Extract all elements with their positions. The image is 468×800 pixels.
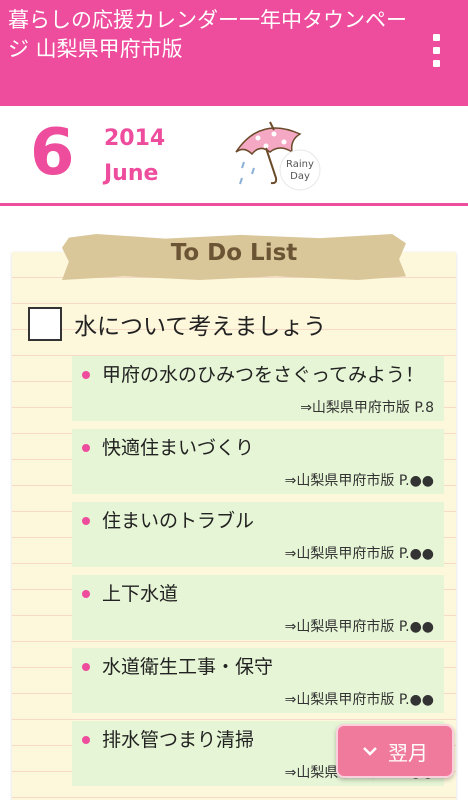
overflow-menu-icon[interactable] xyxy=(430,34,442,72)
task-checkbox[interactable] xyxy=(28,307,62,341)
item-text: 住まいのトラブル xyxy=(102,510,255,532)
item-ref: ⇒山梨県甲府市版 P.●● xyxy=(284,692,434,708)
list-item[interactable]: 住まいのトラブル ⇒山梨県甲府市版 P.●● xyxy=(72,502,444,567)
item-ref: ⇒山梨県甲府市版 P.●● xyxy=(284,546,434,562)
weather-label-line2: Day xyxy=(290,171,310,182)
item-text: 上下水道 xyxy=(102,583,179,605)
list-item[interactable]: 上下水道 ⇒山梨県甲府市版 P.●● xyxy=(72,575,444,640)
bullet-icon xyxy=(82,736,90,744)
weather-label-line1: Rainy xyxy=(286,159,314,170)
app-title: 暮らしの応援カレンダー一年中タウンページ 山梨県甲府市版 xyxy=(8,8,407,61)
item-ref: ⇒山梨県甲府市版 P.●● xyxy=(284,619,434,635)
bullet-icon xyxy=(82,590,90,598)
next-month-label: 翌月 xyxy=(388,740,428,765)
item-text: 快適住まいづくり xyxy=(102,437,255,459)
list-item[interactable]: 快適住まいづくり ⇒山梨県甲府市版 P.●● xyxy=(72,429,444,494)
item-text: 甲府の水のひみつをさぐってみよう！ xyxy=(102,364,425,386)
list-item[interactable]: 水道衛生工事・保守 ⇒山梨県甲府市版 P.●● xyxy=(72,648,444,713)
next-month-button[interactable]: 翌月 xyxy=(336,724,454,778)
item-text: 水道衛生工事・保守 xyxy=(102,656,274,678)
chevron-down-icon xyxy=(363,747,377,756)
bullet-icon xyxy=(82,517,90,525)
month-label: June xyxy=(104,161,159,186)
main-task-label: 水について考えましょう xyxy=(74,314,327,340)
bullet-icon xyxy=(82,371,90,379)
main-task-row[interactable]: 水について考えましょう xyxy=(28,306,326,342)
date-header: 6 2014 June Rainy Day xyxy=(0,106,468,206)
day-number: 6 xyxy=(30,116,75,190)
bullet-icon xyxy=(82,444,90,452)
list-item[interactable]: 甲府の水のひみつをさぐってみよう！ ⇒山梨県甲府市版 P.8 xyxy=(72,356,444,421)
item-ref: ⇒山梨県甲府市版 P.8 xyxy=(300,400,434,416)
year-label: 2014 xyxy=(104,126,166,151)
umbrella-icon: Rainy Day xyxy=(235,121,321,191)
todo-heading: To Do List xyxy=(170,240,298,266)
bullet-icon xyxy=(82,663,90,671)
item-ref: ⇒山梨県甲府市版 P.●● xyxy=(284,473,434,489)
app-bar: 暮らしの応援カレンダー一年中タウンページ 山梨県甲府市版 xyxy=(0,0,468,106)
